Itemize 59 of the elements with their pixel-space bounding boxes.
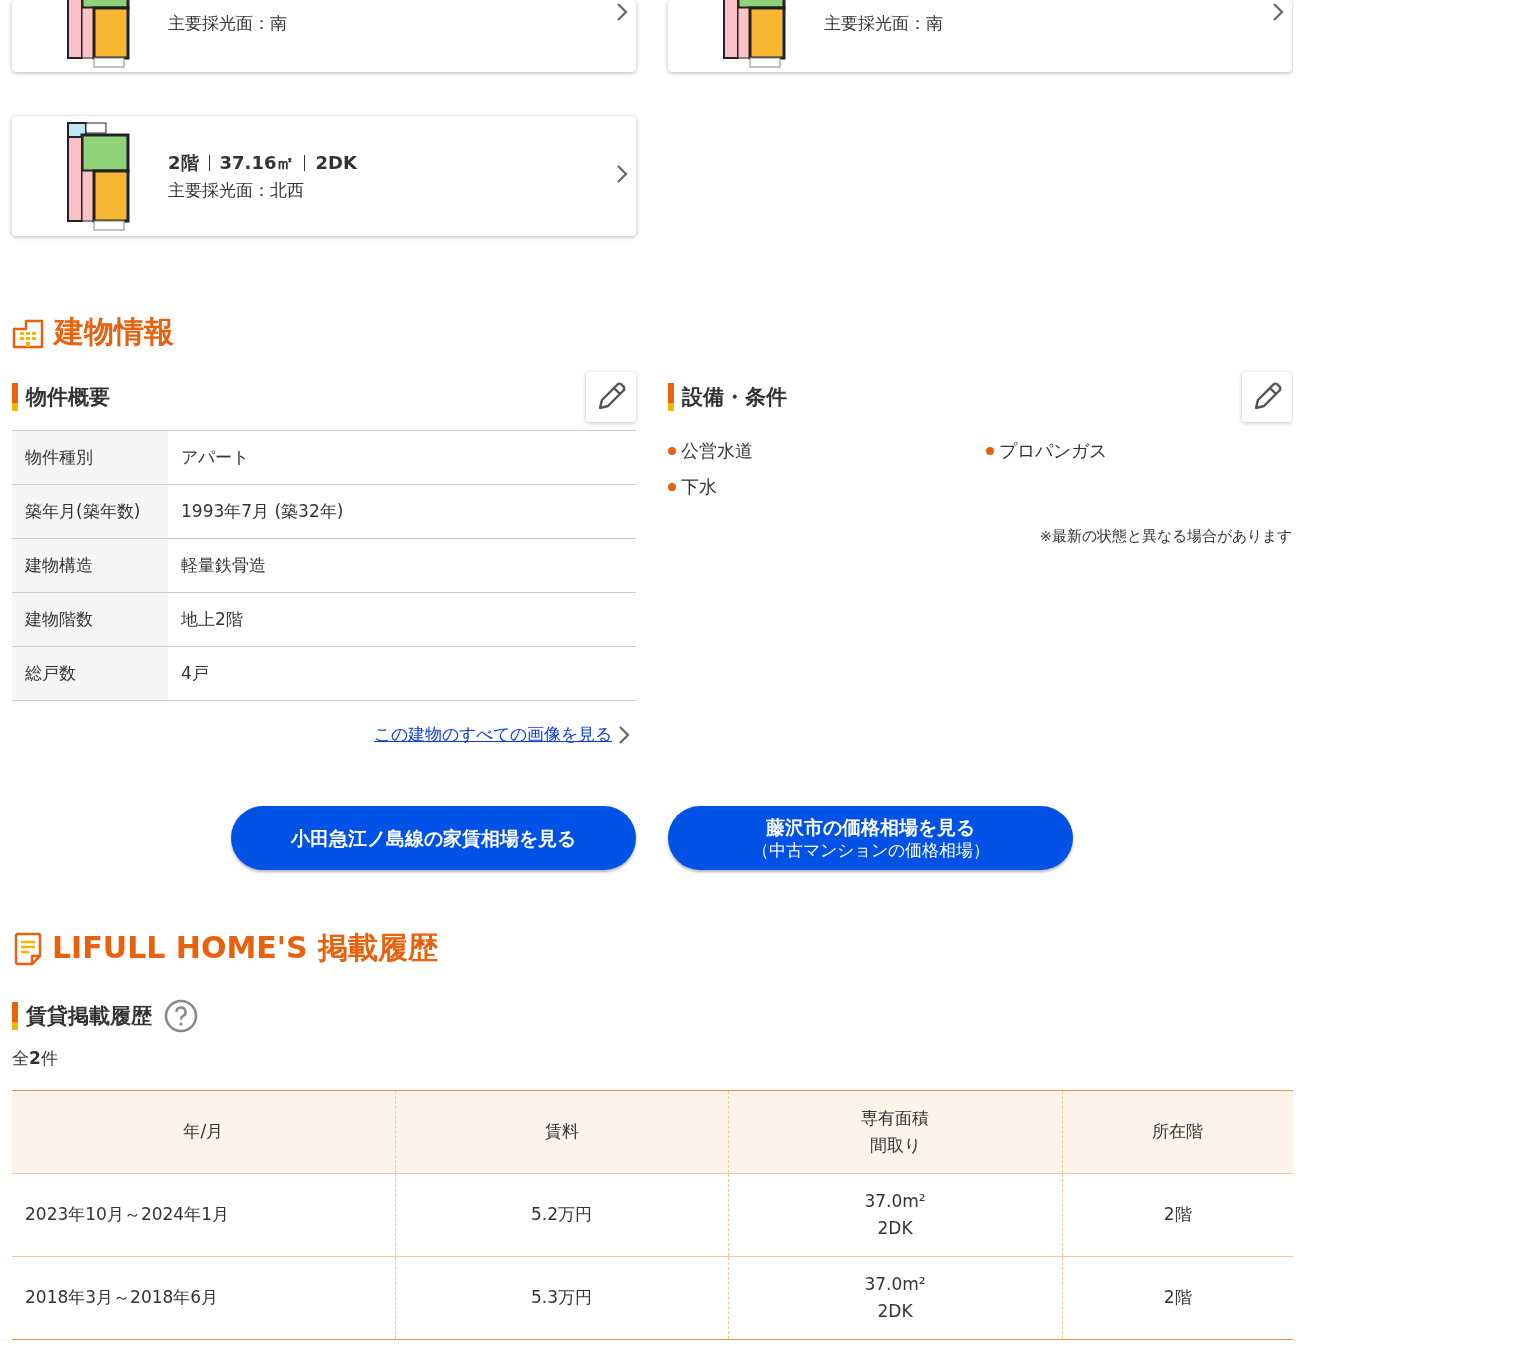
- table-cell: 2023年10月～2024年1月: [25, 1201, 229, 1229]
- market-price-button[interactable]: 小田急江ノ島線の家賃相場を見る: [231, 806, 636, 870]
- table-cell: 2DK: [877, 1215, 913, 1243]
- document-icon: [12, 931, 44, 966]
- floor-plan-card[interactable]: 主要採光面：南: [668, 0, 1292, 72]
- lighting-direction: 主要採光面：南: [824, 12, 944, 35]
- heading-accent-bar: [668, 383, 674, 411]
- disclaimer-note: ※最新の状態と異なる場合があります: [1039, 528, 1292, 544]
- heading-accent-bar: [12, 383, 18, 411]
- table-cell: 軽量鉄骨造: [168, 538, 636, 593]
- table-cell: 2階: [1163, 1201, 1192, 1229]
- facility-item: 公営水道: [681, 439, 753, 463]
- table-cell: 37.0m²: [864, 1187, 926, 1215]
- column-header: 間取り: [869, 1132, 921, 1160]
- table-cell: 5.3万円: [530, 1284, 592, 1312]
- lighting-direction: 主要採光面：南: [168, 12, 288, 35]
- table-cell: 2階: [1163, 1284, 1192, 1312]
- table-cell: 5.2万円: [530, 1201, 592, 1229]
- table-cell: 2DK: [877, 1298, 913, 1326]
- column-header: 年/月: [183, 1118, 224, 1146]
- help-icon[interactable]: [164, 999, 198, 1033]
- bullet-icon: [668, 447, 676, 455]
- table-header-cell: 建物階数: [12, 592, 168, 647]
- column-header: 賃料: [544, 1118, 579, 1146]
- facility-item: 下水: [681, 475, 717, 499]
- chevron-right-icon: [616, 2, 628, 22]
- table-cell: 2018年3月～2018年6月: [25, 1284, 219, 1312]
- edit-button[interactable]: [586, 372, 636, 422]
- table-cell: アパート: [168, 430, 636, 485]
- chevron-right-icon: [1272, 2, 1284, 22]
- subsection-title: 設備・条件: [682, 384, 787, 411]
- unit-summary: 2階 37.16㎡ 2DK: [168, 150, 358, 175]
- table-header-cell: 物件種別: [12, 430, 168, 485]
- table-header-cell: 総戸数: [12, 646, 168, 701]
- heading-accent-bar: [12, 1002, 18, 1030]
- table-cell: 4戸: [168, 646, 636, 701]
- subsection-title: 賃貸掲載履歴: [26, 1003, 152, 1030]
- table-cell: 地上2階: [168, 592, 636, 647]
- chevron-right-icon: [616, 164, 628, 184]
- floor-plan-card[interactable]: 2階 37.16㎡ 2DK 主要採光面：北西: [12, 116, 636, 236]
- listing-count: 全2件: [12, 1047, 59, 1070]
- chevron-right-icon: [618, 724, 630, 745]
- column-header: 専有面積: [861, 1104, 929, 1132]
- all-images-link[interactable]: この建物のすべての画像を見る: [374, 723, 612, 746]
- column-header: 所在階: [1152, 1118, 1204, 1146]
- table-cell: 37.0m²: [864, 1270, 926, 1298]
- market-price-button[interactable]: 藤沢市の価格相場を見る （中古マンションの価格相場）: [668, 806, 1073, 870]
- bullet-icon: [668, 483, 676, 491]
- subsection-title: 物件概要: [26, 384, 110, 411]
- section-title: 建物情報: [54, 313, 174, 351]
- table-cell: 1993年7月 (築32年): [168, 484, 636, 539]
- table-header-cell: 築年月(築年数): [12, 484, 168, 539]
- bullet-icon: [986, 447, 994, 455]
- facility-item: プロパンガス: [999, 439, 1107, 463]
- edit-button[interactable]: [1242, 372, 1292, 422]
- lighting-direction: 主要採光面：北西: [168, 178, 305, 202]
- section-title: LIFULL HOME'S 掲載履歴: [52, 929, 438, 967]
- table-header-cell: 建物構造: [12, 538, 168, 593]
- floor-plan-card[interactable]: 主要採光面：南: [12, 0, 636, 72]
